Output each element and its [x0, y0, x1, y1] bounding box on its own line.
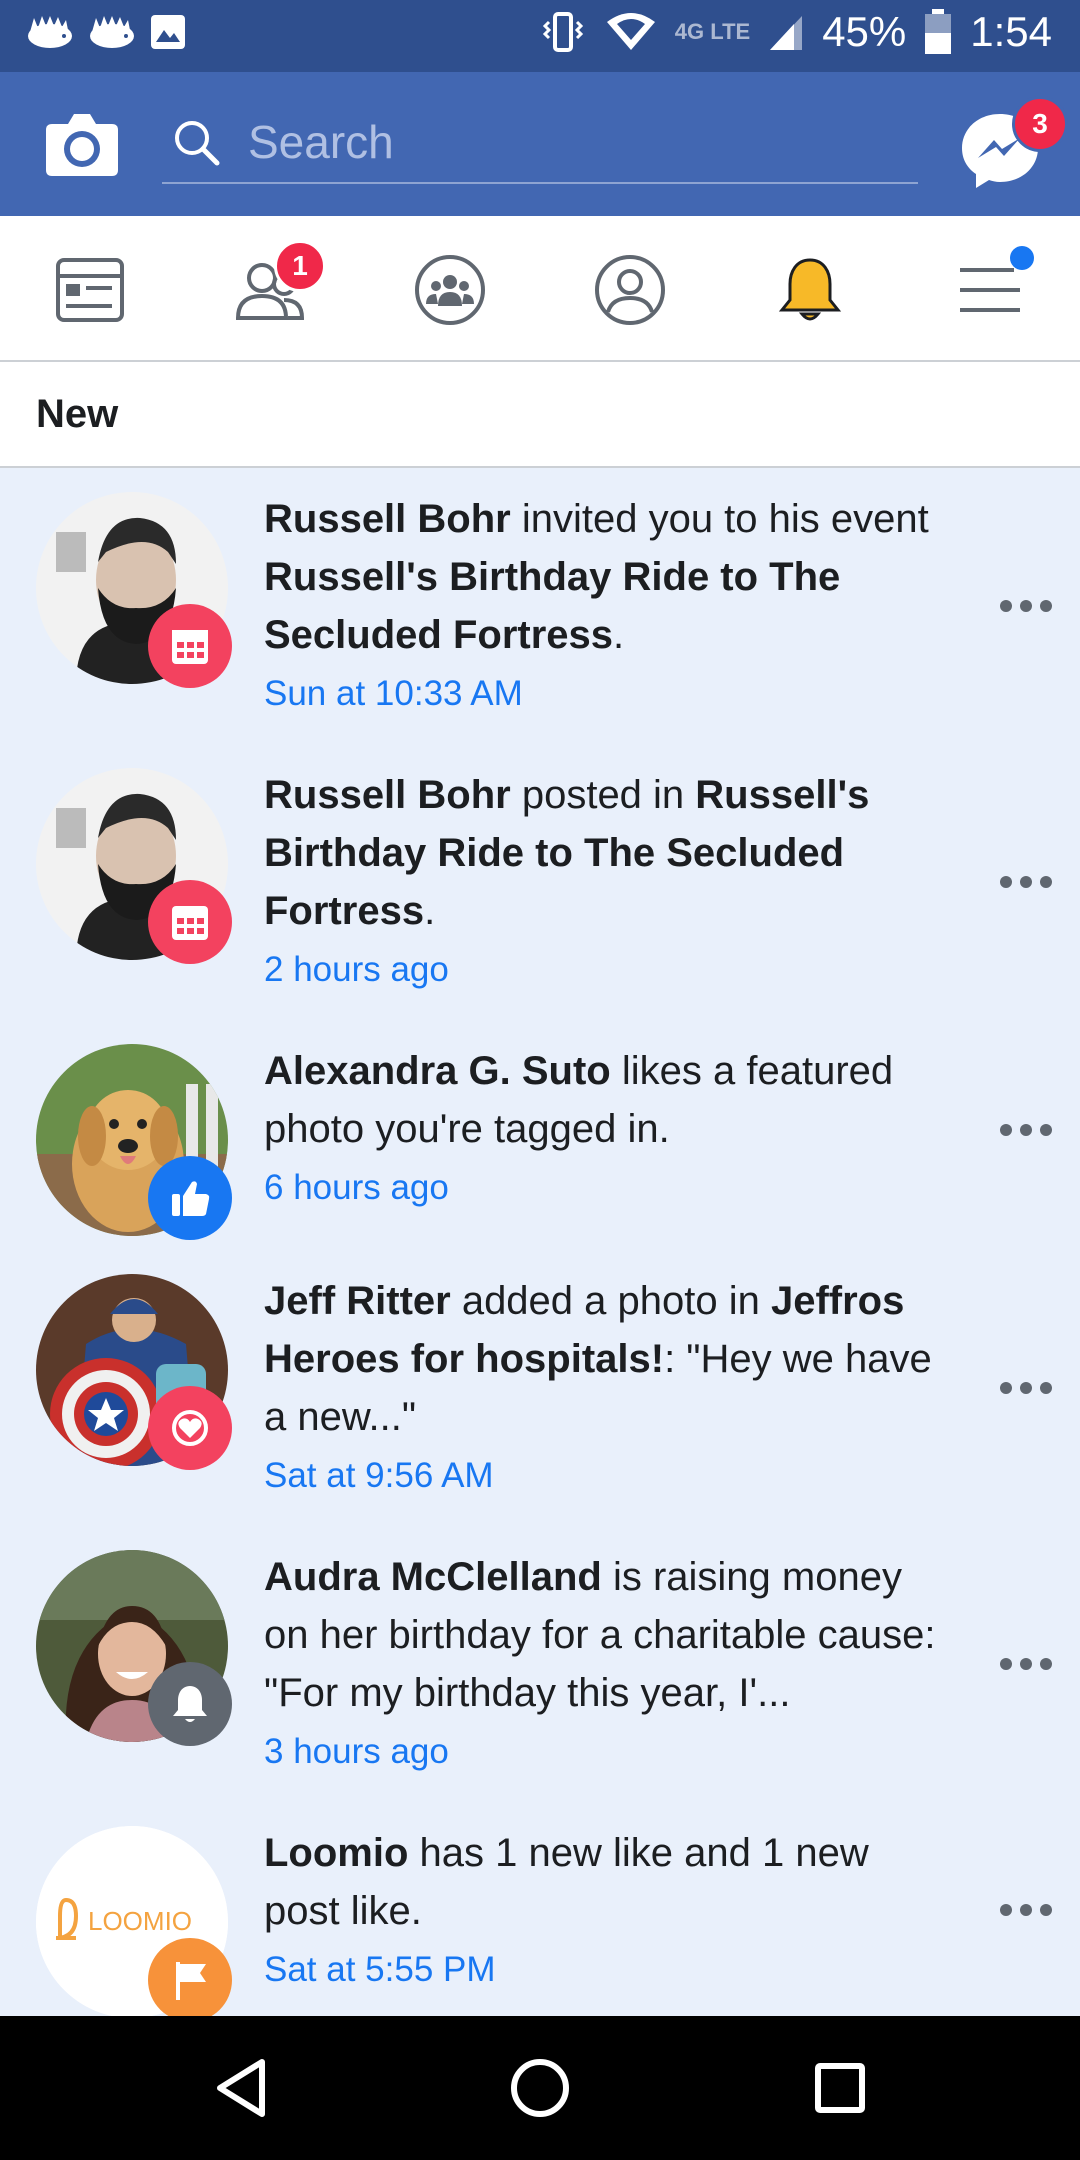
battery-icon [925, 9, 952, 54]
back-icon [217, 2059, 265, 2117]
actor-name: Alexandra G. Suto [264, 1049, 611, 1093]
actor-name: Jeff Ritter [264, 1279, 451, 1323]
more-options-button[interactable] [1000, 1900, 1052, 1920]
section-title: New [36, 392, 119, 436]
tab-bar [0, 216, 1080, 362]
type-badge [148, 1156, 232, 1240]
signal-icon [770, 16, 803, 50]
notification-item[interactable]: Alexandra G. Suto likes a featured photo… [0, 1020, 1080, 1250]
flag-icon [176, 1962, 206, 2000]
calendar-icon [172, 906, 208, 940]
recents-icon [815, 2063, 865, 2113]
notification-time: Sat at 9:56 AM [264, 1456, 494, 1495]
notification-text: Loomio has 1 new like and 1 new post lik… [264, 1824, 944, 2000]
status-bar: 4G LTE 45% 1:54 [0, 0, 1080, 72]
notification-text: Jeff Ritter added a photo in Jeffros Her… [264, 1272, 944, 1506]
recents-button[interactable] [804, 2052, 876, 2124]
calendar-icon [172, 630, 208, 664]
messenger-badge: 3 [1012, 96, 1068, 152]
type-badge [148, 1386, 232, 1470]
notification-text: Russell Bohr invited you to his event Ru… [264, 490, 944, 724]
more-options-button[interactable] [1000, 1654, 1052, 1674]
notification-time: 6 hours ago [264, 1168, 449, 1207]
notification-item[interactable]: Russell Bohr invited you to his event Ru… [0, 468, 1080, 744]
thumbs-up-icon [172, 1181, 210, 1216]
notification-item[interactable]: Audra McClelland is raising money on her… [0, 1526, 1080, 1802]
search-icon [175, 121, 220, 166]
loomio-logo-text: LOOMIO [88, 1906, 192, 1936]
search-input[interactable] [246, 108, 900, 176]
more-options-button[interactable] [1000, 596, 1052, 616]
image-icon [151, 15, 185, 49]
avatar[interactable]: LOOMIO [36, 1826, 232, 2016]
search-box[interactable] [162, 102, 918, 184]
notification-text: Audra McClelland is raising money on her… [264, 1548, 944, 1782]
avatar[interactable] [36, 1044, 232, 1240]
vibrate-icon [542, 12, 583, 52]
status-right-icons: 4G LTE 45% 1:54 [539, 8, 1052, 56]
notification-time: 3 hours ago [264, 1732, 449, 1771]
app-header: 3 [0, 72, 1080, 216]
battery-percent: 45% [822, 8, 907, 55]
section-header: New [0, 362, 1080, 468]
avatar[interactable] [36, 1550, 232, 1746]
notification-text: Alexandra G. Suto likes a featured photo… [264, 1042, 944, 1218]
hedgehog-icon [90, 16, 134, 48]
bell-icon [173, 1686, 207, 1722]
avatar[interactable] [36, 1274, 232, 1470]
more-options-button[interactable] [1000, 1120, 1052, 1140]
menu-unread-dot [1010, 246, 1034, 270]
type-badge [148, 1938, 232, 2016]
tab-profile[interactable] [582, 242, 678, 338]
notification-time: 2 hours ago [264, 950, 449, 989]
tab-news-feed[interactable] [42, 242, 138, 338]
system-nav-bar [0, 2016, 1080, 2160]
actor-name: Russell Bohr [264, 773, 511, 817]
tab-groups[interactable] [402, 242, 498, 338]
wifi-icon [606, 13, 655, 50]
notification-item[interactable]: LOOMIO Loomio has 1 new like and 1 new p… [0, 1802, 1080, 2016]
avatar[interactable] [36, 768, 232, 964]
profile-icon [595, 255, 665, 325]
friends-badge: 1 [274, 240, 326, 292]
back-button[interactable] [206, 2052, 278, 2124]
home-icon [511, 2059, 569, 2117]
more-options-button[interactable] [1000, 1378, 1052, 1398]
actor-name: Loomio [264, 1831, 409, 1875]
notification-item[interactable]: Jeff Ritter added a photo in Jeffros Her… [0, 1250, 1080, 1526]
clock: 1:54 [970, 8, 1052, 55]
actor-name: Audra McClelland [264, 1555, 602, 1599]
news-feed-icon [56, 258, 124, 322]
type-badge [148, 1662, 232, 1746]
hedgehog-icon [28, 16, 72, 48]
notification-item[interactable]: Russell Bohr posted in Russell's Birthda… [0, 744, 1080, 1020]
camera-icon [46, 114, 118, 176]
home-button[interactable] [504, 2052, 576, 2124]
avatar[interactable] [36, 492, 232, 688]
tab-notifications[interactable] [762, 242, 858, 338]
notification-time: Sun at 10:33 AM [264, 674, 523, 713]
heart-icon [172, 1410, 208, 1446]
notification-list[interactable]: Russell Bohr invited you to his event Ru… [0, 468, 1080, 2016]
actor-name: Russell Bohr [264, 497, 511, 541]
groups-icon [415, 255, 485, 325]
event-name: Russell's Birthday Ride to The Secluded … [264, 555, 841, 657]
type-badge [148, 880, 232, 964]
notification-text: Russell Bohr posted in Russell's Birthda… [264, 766, 944, 1000]
camera-button[interactable] [44, 108, 120, 180]
more-options-button[interactable] [1000, 872, 1052, 892]
bell-icon [778, 258, 842, 321]
notification-time: Sat at 5:55 PM [264, 1950, 496, 1989]
type-badge [148, 604, 232, 688]
status-left-icons [24, 12, 188, 52]
network-type: 4G LTE [674, 19, 751, 44]
